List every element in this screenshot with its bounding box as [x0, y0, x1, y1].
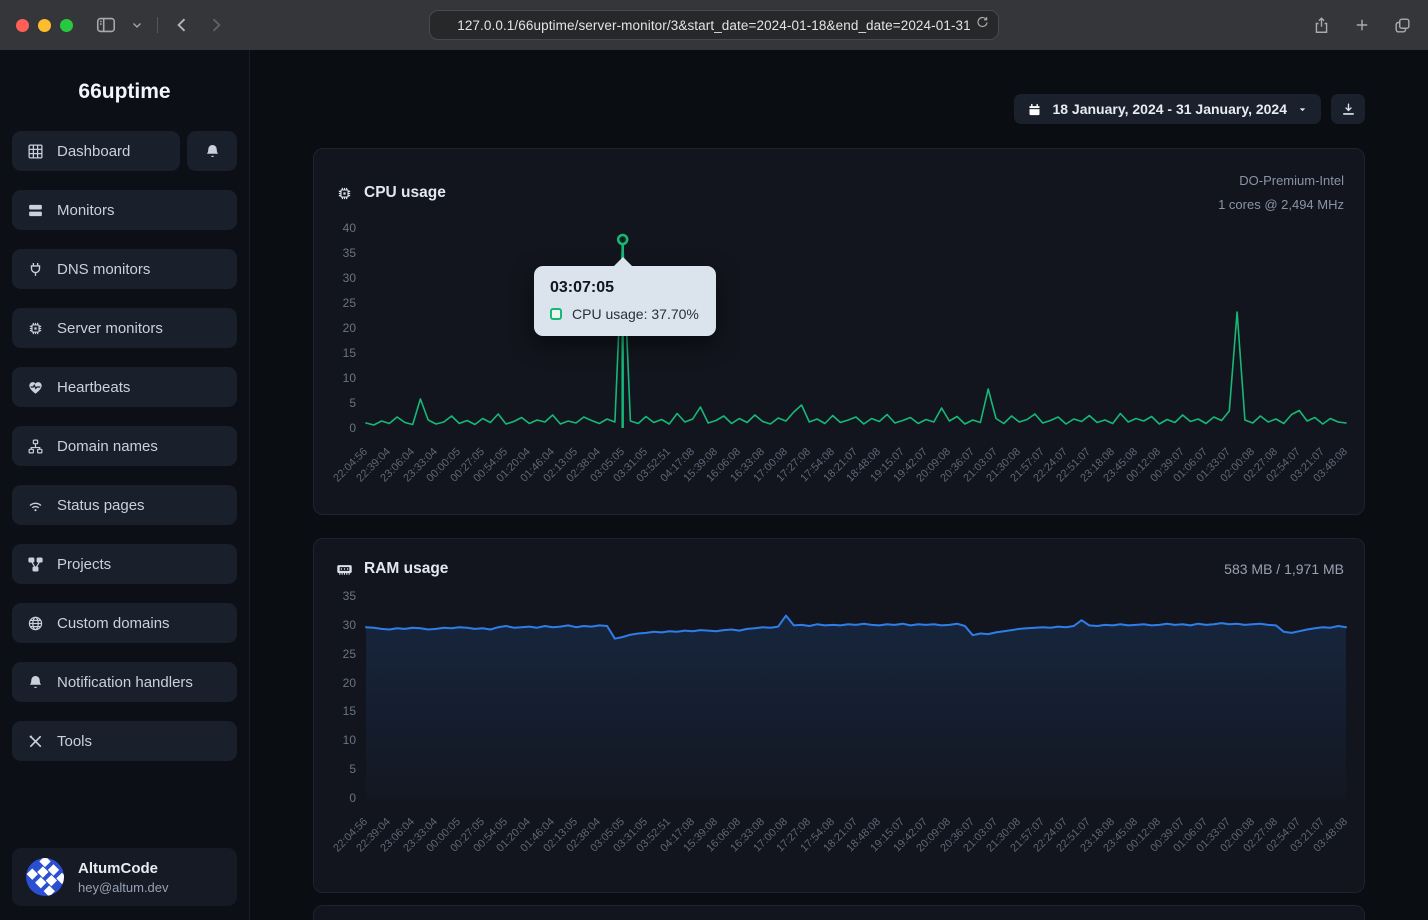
series-marker-icon: [550, 308, 562, 320]
caret-down-icon: [1297, 104, 1308, 115]
ram-total: 583 MB / 1,971 MB: [1224, 559, 1344, 579]
sidebar-item-heartbeats[interactable]: Heartbeats: [12, 367, 237, 407]
chart-tooltip: 03:07:05 CPU usage: 37.70%: [534, 266, 716, 336]
notifications-button[interactable]: [187, 131, 237, 171]
memory-icon: [336, 561, 353, 578]
sidebar-item-label: Status pages: [57, 497, 145, 514]
chevron-down-icon[interactable]: [131, 19, 143, 31]
user-email: hey@altum.dev: [78, 880, 169, 895]
sidebar-item-label: Monitors: [57, 202, 115, 219]
heart-pulse-icon: [27, 379, 44, 396]
share-icon[interactable]: [1312, 16, 1331, 35]
ram-y-axis: 35302520151050: [314, 596, 356, 798]
user-name: AltumCode: [78, 860, 169, 877]
new-tab-icon[interactable]: [1353, 16, 1371, 34]
cpu-usage-card: CPU usage DO-Premium-Intel 1 cores @ 2,4…: [313, 148, 1365, 515]
tooltip-value: CPU usage: 37.70%: [572, 306, 699, 322]
sidebar-item-label: Notification handlers: [57, 674, 193, 691]
minimize-window-button[interactable]: [38, 19, 51, 32]
sidebar-item-label: Server monitors: [57, 320, 163, 337]
globe-icon: [27, 615, 44, 632]
brand-logo: 66uptime: [12, 50, 237, 104]
sidebar-item-domain-names[interactable]: Domain names: [12, 426, 237, 466]
sidebar-item-monitors[interactable]: Monitors: [12, 190, 237, 230]
sidebar-item-label: Custom domains: [57, 615, 170, 632]
export-button[interactable]: [1331, 94, 1365, 124]
cpu-chart[interactable]: 4035302520151050 22:04:5622:39:0423:06:0…: [366, 228, 1346, 428]
user-card[interactable]: AltumCode hey@altum.dev: [12, 848, 237, 906]
sitemap-icon: [27, 438, 44, 455]
sidebar-item-notification-handlers[interactable]: Notification handlers: [12, 662, 237, 702]
server-specs: 1 cores @ 2,494 MHz: [1218, 193, 1344, 217]
sidebar-item-label: DNS monitors: [57, 261, 150, 278]
cpu-y-axis: 4035302520151050: [314, 228, 356, 428]
sidebar-item-dns-monitors[interactable]: DNS monitors: [12, 249, 237, 289]
sidebar-toggle-icon[interactable]: [95, 14, 117, 36]
ram-x-axis: 22:04:5622:39:0423:06:0423:33:0400:00:05…: [366, 808, 1346, 880]
window-controls: [16, 19, 73, 32]
reload-icon[interactable]: [975, 15, 990, 30]
grid-icon: [27, 143, 44, 160]
server-icon: [27, 202, 44, 219]
zoom-window-button[interactable]: [60, 19, 73, 32]
calendar-icon: [1027, 102, 1042, 117]
ram-chart[interactable]: 35302520151050 22:04:5622:39:0423:06:042…: [366, 596, 1346, 798]
sidebar-item-label: Heartbeats: [57, 379, 130, 396]
sidebar: 66uptime Dashboard Monitors DNS monitors: [0, 50, 250, 920]
toolbar-divider: [157, 17, 158, 33]
cpu-icon: [27, 320, 44, 337]
wifi-icon: [27, 497, 44, 514]
project-diagram-icon: [27, 556, 44, 573]
card-title: RAM usage: [364, 560, 448, 578]
ram-usage-card: RAM usage 583 MB / 1,971 MB 353025201510…: [313, 538, 1365, 893]
forward-button[interactable]: [206, 15, 226, 35]
tools-icon: [27, 733, 44, 750]
tab-overview-icon[interactable]: [1393, 16, 1412, 35]
sidebar-item-custom-domains[interactable]: Custom domains: [12, 603, 237, 643]
back-button[interactable]: [172, 15, 192, 35]
server-plan: DO-Premium-Intel: [1218, 169, 1344, 193]
bell-icon: [27, 674, 44, 691]
date-range-label: 18 January, 2024 - 31 January, 2024: [1052, 101, 1287, 117]
sidebar-item-label: Projects: [57, 556, 111, 573]
sidebar-item-status-pages[interactable]: Status pages: [12, 485, 237, 525]
sidebar-item-label: Tools: [57, 733, 92, 750]
plug-icon: [27, 261, 44, 278]
avatar: [26, 858, 64, 896]
download-icon: [1341, 102, 1356, 117]
main-content: 18 January, 2024 - 31 January, 2024 CPU …: [250, 50, 1428, 920]
card-title: CPU usage: [364, 184, 446, 202]
cpu-icon: [336, 185, 353, 202]
sidebar-item-label: Domain names: [57, 438, 158, 455]
address-bar[interactable]: 127.0.0.1/66uptime/server-monitor/3&star…: [429, 10, 999, 40]
bell-icon: [204, 143, 221, 160]
sidebar-item-dashboard[interactable]: Dashboard: [12, 131, 180, 171]
sidebar-item-label: Dashboard: [57, 143, 130, 160]
sidebar-item-server-monitors[interactable]: Server monitors: [12, 308, 237, 348]
close-window-button[interactable]: [16, 19, 29, 32]
tooltip-time: 03:07:05: [550, 279, 700, 297]
browser-chrome: 127.0.0.1/66uptime/server-monitor/3&star…: [0, 0, 1428, 50]
date-range-picker[interactable]: 18 January, 2024 - 31 January, 2024: [1014, 94, 1321, 124]
sidebar-item-tools[interactable]: Tools: [12, 721, 237, 761]
sidebar-item-projects[interactable]: Projects: [12, 544, 237, 584]
cpu-x-axis: 22:04:5622:39:0423:06:0423:33:0400:00:05…: [366, 438, 1346, 510]
sidebar-nav: Dashboard Monitors DNS monitors Server m…: [12, 131, 237, 780]
next-card-partial: [313, 905, 1365, 920]
url-text: 127.0.0.1/66uptime/server-monitor/3&star…: [457, 18, 971, 33]
